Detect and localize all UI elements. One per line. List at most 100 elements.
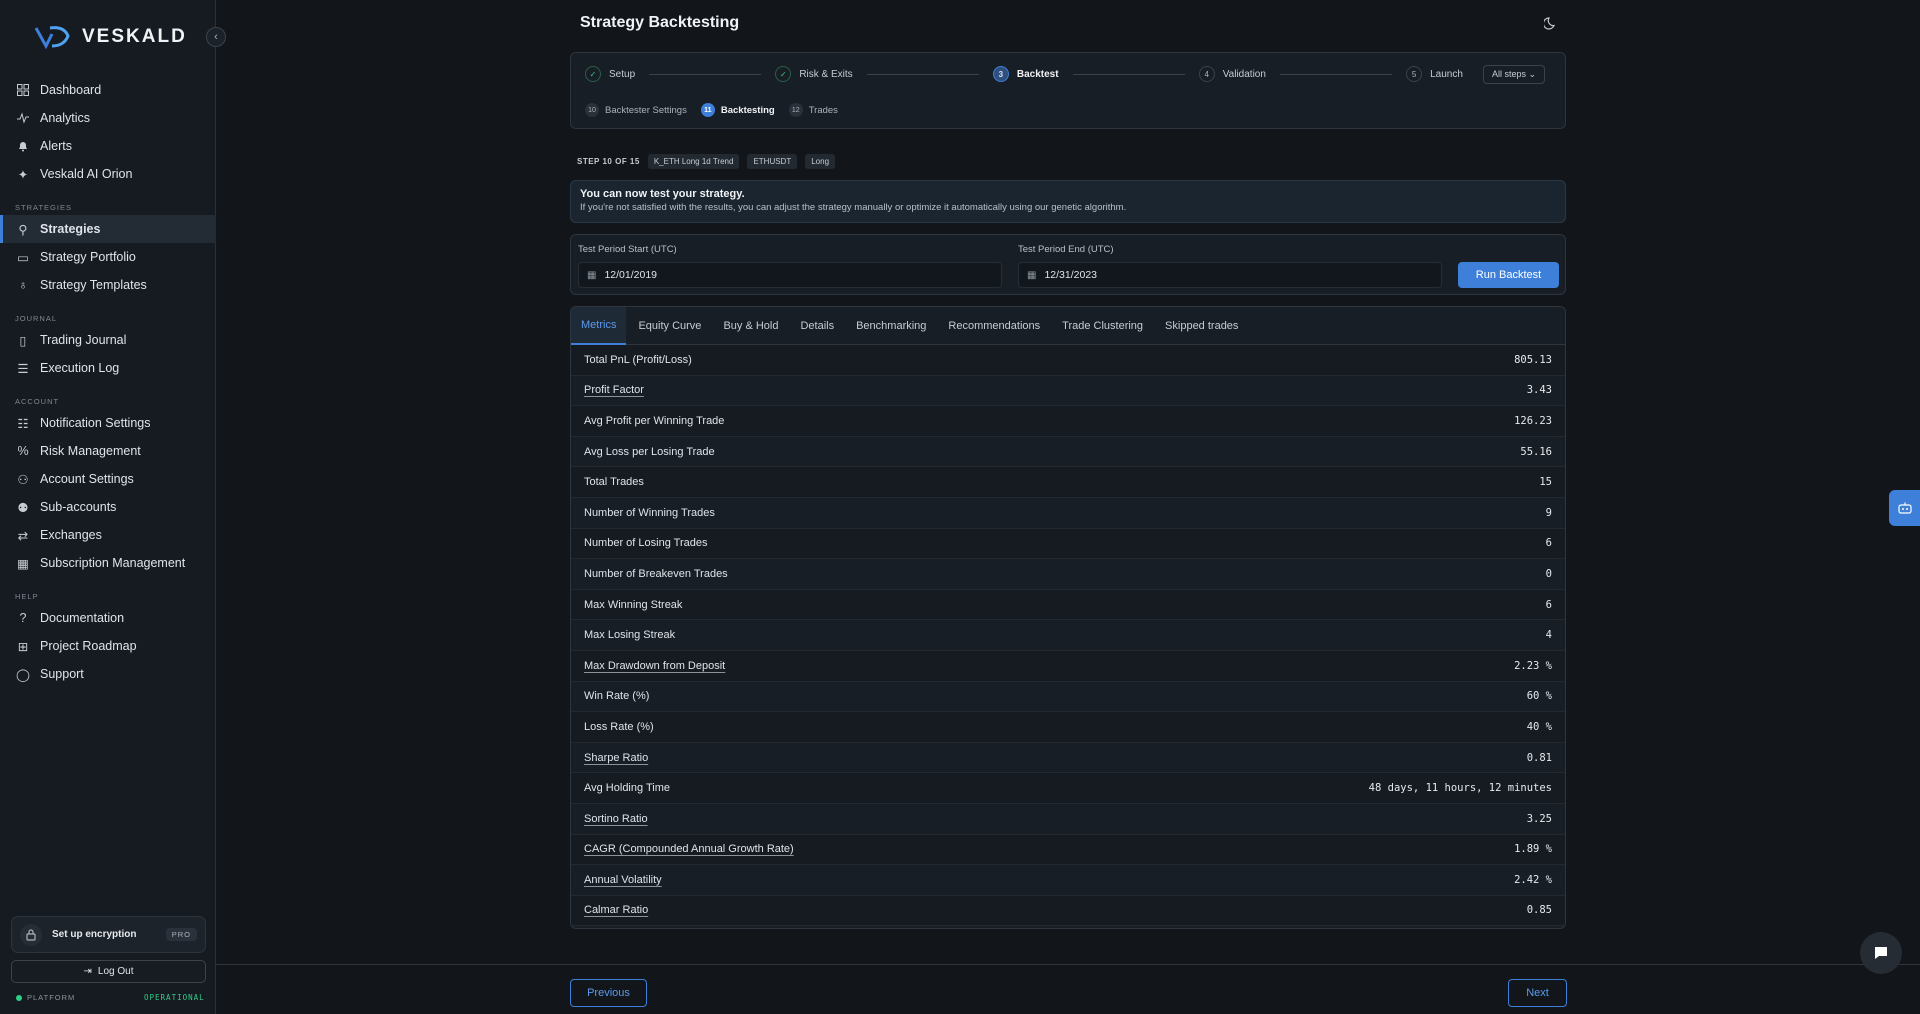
sidebar-item-subscription-management[interactable]: ▦ Subscription Management <box>0 549 216 577</box>
sidebar-item-account-settings[interactable]: ⚇ Account Settings <box>0 465 216 493</box>
substep-backtesting[interactable]: 11 Backtesting <box>700 103 775 117</box>
sidebar-item-alerts[interactable]: Alerts <box>0 132 216 160</box>
substep-label: Backtesting <box>720 104 775 116</box>
step-backtest[interactable]: 3 Backtest <box>992 66 1059 82</box>
symbol-chip: ETHUSDT <box>747 154 798 169</box>
substep-number: 10 <box>585 103 599 117</box>
sidebar-item-support[interactable]: ◯ Support <box>0 660 216 688</box>
info-banner: You can now test your strategy. If you'r… <box>570 180 1566 223</box>
step-number: 3 <box>992 66 1009 82</box>
end-date-label: Test Period End (UTC) <box>1018 244 1114 255</box>
sidebar-item-documentation[interactable]: ? Documentation <box>0 604 216 632</box>
metric-label[interactable]: Profit Factor <box>584 384 644 396</box>
metric-label[interactable]: Sharpe Ratio <box>584 752 648 764</box>
table-row: Sortino Ratio 3.25 <box>571 804 1565 835</box>
sidebar-item-label: Notification Settings <box>40 416 151 430</box>
tab-details[interactable]: Details <box>790 307 844 345</box>
tab-recommendations[interactable]: Recommendations <box>938 307 1050 345</box>
start-date-input[interactable]: ▦ 12/01/2019 <box>578 262 1002 288</box>
next-button[interactable]: Next <box>1508 979 1567 1007</box>
sidebar-item-strategies[interactable]: ⚲ Strategies <box>0 215 216 243</box>
platform-label: PLATFORM <box>27 993 76 1002</box>
step-connector <box>649 73 762 75</box>
table-row: Number of Winning Trades 9 <box>571 498 1565 529</box>
tab-buy-hold[interactable]: Buy & Hold <box>713 307 788 345</box>
step-launch[interactable]: 5 Launch <box>1406 66 1463 82</box>
step-counter: STEP 10 OF 15 <box>577 157 640 166</box>
metric-label[interactable]: CAGR (Compounded Annual Growth Rate) <box>584 843 794 855</box>
all-steps-dropdown[interactable]: All steps ⌄ <box>1482 64 1545 84</box>
sidebar-item-veskald-ai-orion[interactable]: ✦ Veskald AI Orion <box>0 160 216 188</box>
metric-label[interactable]: Calmar Ratio <box>584 904 648 916</box>
sidebar-item-analytics[interactable]: Analytics <box>0 104 216 132</box>
sidebar-item-label: Sub-accounts <box>40 500 117 514</box>
sidebar-item-execution-log[interactable]: ☰ Execution Log <box>0 354 216 382</box>
table-row: Max Losing Streak 4 <box>571 620 1565 651</box>
ai-icon: ✦ <box>17 167 29 182</box>
collapse-sidebar-button[interactable]: ‹ <box>206 27 226 47</box>
tab-equity-curve[interactable]: Equity Curve <box>628 307 711 345</box>
list-icon: ☰ <box>17 361 29 376</box>
sidebar-item-trading-journal[interactable]: ▯ Trading Journal <box>0 326 216 354</box>
metric-label: Number of Breakeven Trades <box>584 567 728 580</box>
results-panel: Metrics Equity Curve Buy & Hold Details Benc… <box>570 306 1566 929</box>
table-row: Max Winning Streak 6 <box>571 589 1565 621</box>
platform-status: OPERATIONAL <box>144 993 205 1002</box>
sidebar-item-strategy-portfolio[interactable]: ▭ Strategy Portfolio <box>0 243 216 271</box>
table-row: Avg Loss per Losing Trade 55.16 <box>571 437 1565 468</box>
sidebar-item-sub-accounts[interactable]: ⚉ Sub-accounts <box>0 493 216 521</box>
sidebar-section-header: STRATEGIES <box>15 203 72 212</box>
step-setup[interactable]: ✓ Setup <box>585 66 635 82</box>
previous-button[interactable]: Previous <box>570 979 647 1007</box>
footer-divider <box>216 964 1920 965</box>
step-validation[interactable]: 4 Validation <box>1198 66 1266 82</box>
percent-icon: % <box>17 444 29 458</box>
metric-label[interactable]: Sortino Ratio <box>584 813 648 825</box>
sidebar-item-dashboard[interactable]: Dashboard <box>0 76 216 104</box>
metric-label[interactable]: Annual Volatility <box>584 874 662 886</box>
sidebar-item-label: Strategy Portfolio <box>40 250 136 264</box>
sliders-icon: ☷ <box>17 416 29 431</box>
metric-label: Total PnL (Profit/Loss) <box>584 353 692 366</box>
sidebar-item-notification-settings[interactable]: ☷ Notification Settings <box>0 409 216 437</box>
metric-value: 126.23 <box>1514 414 1552 427</box>
substep-number: 12 <box>788 103 803 117</box>
sidebar-item-label: Project Roadmap <box>40 639 137 653</box>
users-icon: ⚉ <box>17 500 29 515</box>
theme-toggle-moon-icon[interactable] <box>1542 16 1558 33</box>
step-risk-exits[interactable]: ✓ Risk & Exits <box>775 66 853 82</box>
tab-benchmarking[interactable]: Benchmarking <box>846 307 936 345</box>
sidebar-item-risk-management[interactable]: % Risk Management <box>0 437 216 465</box>
metric-label[interactable]: Max Drawdown from Deposit <box>584 660 725 672</box>
end-date-input[interactable]: ▦ 12/31/2023 <box>1018 262 1442 288</box>
sidebar-item-strategy-templates[interactable]: ♁ Strategy Templates <box>0 271 216 299</box>
wizard-stepper: ✓ Setup ✓ Risk & Exits 3 Backtest 4 Validation 5… <box>570 52 1566 129</box>
status-dot-icon <box>16 994 22 1001</box>
all-steps-label: All steps <box>1491 68 1526 79</box>
assistant-widget-button[interactable] <box>1889 490 1920 526</box>
sidebar-item-project-roadmap[interactable]: ⊞ Project Roadmap <box>0 632 216 660</box>
run-backtest-button[interactable]: Run Backtest <box>1458 262 1559 288</box>
pro-badge: PRO <box>165 928 197 941</box>
substep-trades[interactable]: 12 Trades <box>788 103 838 117</box>
metric-value: 0 <box>1545 567 1552 580</box>
tab-metrics[interactable]: Metrics <box>571 307 627 345</box>
brand-logo[interactable]: VESKALD <box>34 24 187 50</box>
direction-chip: Long <box>805 154 836 169</box>
step-number: 4 <box>1198 66 1215 82</box>
substep-backtester-settings[interactable]: 10 Backtester Settings <box>585 103 687 117</box>
step-label: Launch <box>1430 68 1463 80</box>
metric-value: 4 <box>1545 629 1552 642</box>
logout-button[interactable]: ⇥ Log Out <box>11 960 206 983</box>
table-row: Calmar Ratio 0.85 <box>571 895 1565 927</box>
tab-skipped-trades[interactable]: Skipped trades <box>1155 307 1248 345</box>
sidebar-item-label: Dashboard <box>40 83 102 97</box>
chat-support-button[interactable] <box>1860 932 1902 974</box>
bulb-icon: ♁ <box>18 278 28 292</box>
step-label: Backtest <box>1016 68 1059 80</box>
sidebar-item-exchanges[interactable]: ⇄ Exchanges <box>0 521 216 549</box>
setup-encryption-button[interactable]: Set up encryption PRO <box>11 916 206 953</box>
tab-trade-clustering[interactable]: Trade Clustering <box>1052 307 1153 345</box>
metric-value: 1.89 % <box>1514 843 1552 856</box>
sidebar-item-label: Exchanges <box>40 528 102 542</box>
